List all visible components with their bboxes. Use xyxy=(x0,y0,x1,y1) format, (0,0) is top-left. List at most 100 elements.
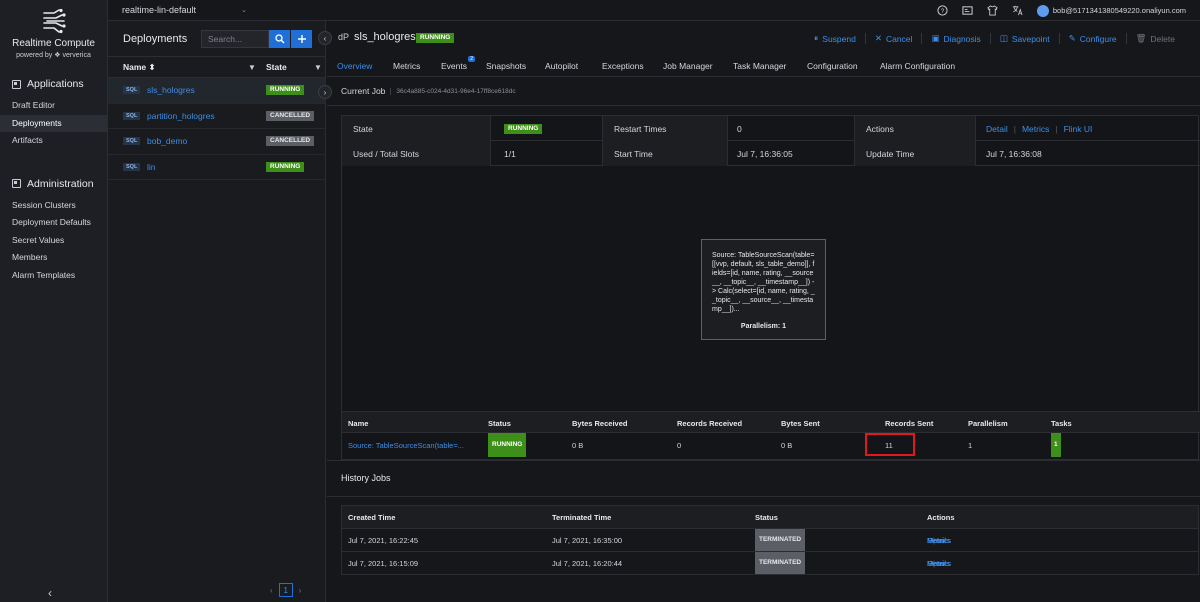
divider xyxy=(327,496,1200,497)
update-time-label: Update Time xyxy=(855,141,975,166)
collapse-nav-icon[interactable]: ‹ xyxy=(48,586,52,600)
nav-item-session-clusters[interactable]: Session Clusters xyxy=(0,197,107,215)
search-button[interactable] xyxy=(269,29,290,48)
graph-node[interactable]: Source: TableSourceScan(table=[[vvp, def… xyxy=(701,239,826,340)
info-actions: Detail | Metrics | Flink UI xyxy=(986,116,1092,141)
column-header: Parallelism xyxy=(968,418,1008,428)
deployments-title: Deployments xyxy=(123,32,188,45)
savepoint-button[interactable]: ◫ Savepoint xyxy=(989,33,1059,44)
job-graph[interactable]: Source: TableSourceScan(table=[[vvp, def… xyxy=(342,166,1200,411)
column-header: Actions xyxy=(927,512,955,522)
slots-label: Used / Total Slots xyxy=(342,141,490,166)
nav-item-artifacts[interactable]: Artifacts xyxy=(0,132,107,150)
top-icons: ? bob@5171341380549220.onaliyun.com xyxy=(937,0,1200,21)
deployment-name[interactable]: lin xyxy=(147,162,156,172)
logo[interactable]: Realtime Compute powered by ❖ ververica xyxy=(0,0,107,59)
deployment-row[interactable]: SQL partition_hologres CANCELLED xyxy=(108,104,325,129)
deployment-name[interactable]: partition_hologres xyxy=(147,111,215,121)
deployment-row[interactable]: SQL lin RUNNING xyxy=(108,155,325,180)
nav-section-administration: Administration Session Clusters Deployme… xyxy=(0,175,107,285)
flink-ui-link[interactable]: Flink UI xyxy=(1064,124,1093,134)
deployment-name[interactable]: bob_demo xyxy=(147,136,187,146)
configure-button[interactable]: ✎ Configure xyxy=(1058,33,1126,44)
tab-alarm-configuration[interactable]: Alarm Configuration xyxy=(880,61,955,71)
column-state[interactable]: State xyxy=(266,62,287,72)
deployment-row[interactable]: SQL bob_demo CANCELLED xyxy=(108,129,325,155)
language-icon[interactable] xyxy=(1012,5,1023,16)
slots-value: 1/1 xyxy=(504,148,516,159)
detail-link[interactable]: Detail xyxy=(986,124,1008,134)
diagnosis-icon: ▣ xyxy=(931,33,940,43)
column-header: Terminated Time xyxy=(552,512,612,522)
tab-overview[interactable]: Overview xyxy=(337,61,372,71)
status-badge: TERMINATED xyxy=(755,552,806,574)
tab-configuration[interactable]: Configuration xyxy=(807,61,858,71)
nav-item-deployments[interactable]: Deployments xyxy=(0,114,107,132)
tab-label: Events xyxy=(441,61,467,71)
plus-icon xyxy=(297,34,306,43)
node-text: Source: TableSourceScan(table=[[vvp, def… xyxy=(712,252,815,313)
metrics-link[interactable]: Metrics xyxy=(1022,124,1049,134)
vertex-status: RUNNING xyxy=(488,433,527,457)
expand-detail-icon[interactable]: › xyxy=(318,85,332,99)
tab-exceptions[interactable]: Exceptions xyxy=(602,61,644,71)
deployment-row[interactable]: SQL sls_hologres RUNNING xyxy=(108,78,325,104)
namespace-select[interactable]: realtime-lin-default ⌄ xyxy=(122,5,247,15)
shirt-icon[interactable] xyxy=(987,5,998,16)
suspend-button[interactable]: ⏸ Suspend xyxy=(805,33,865,44)
column-header: Bytes Received xyxy=(572,418,628,428)
sql-tag: SQL xyxy=(123,137,141,146)
pause-icon: ⏸ xyxy=(814,33,819,43)
column-name[interactable]: Name ⬍ xyxy=(123,62,156,73)
nav-item-draft-editor[interactable]: Draft Editor xyxy=(0,97,107,115)
tab-metrics[interactable]: Metrics xyxy=(393,61,420,71)
terminated-time: Jul 7, 2021, 16:35:00 xyxy=(552,535,623,545)
nav-item-alarm-templates[interactable]: Alarm Templates xyxy=(0,267,107,285)
state-value: RUNNING xyxy=(504,116,543,141)
column-header: Bytes Sent xyxy=(781,418,820,428)
next-page-icon[interactable]: › xyxy=(299,586,302,595)
prev-page-icon[interactable]: ‹ xyxy=(270,586,273,595)
deployment-name[interactable]: sls_hologres xyxy=(147,85,195,95)
job-detail: dP sls_hologres RUNNING ⏸ Suspend ✕ Cancel… xyxy=(327,21,1200,602)
status-badge: RUNNING xyxy=(504,123,543,134)
tab-autopilot[interactable]: Autopilot xyxy=(545,61,578,71)
metrics-link[interactable]: Metrics xyxy=(927,552,951,574)
diagnosis-button[interactable]: ▣ Diagnosis xyxy=(921,33,989,44)
user-menu[interactable]: bob@5171341380549220.onaliyun.com xyxy=(1036,4,1186,17)
tab-job-manager[interactable]: Job Manager xyxy=(663,61,713,71)
action-label: Savepoint xyxy=(1011,33,1050,44)
current-job-label: Current Job xyxy=(341,86,386,96)
camera-icon: ◫ xyxy=(999,33,1008,43)
status-badge: RUNNING xyxy=(416,33,455,43)
nav-item-deployment-defaults[interactable]: Deployment Defaults xyxy=(0,214,107,232)
job-icon: dP xyxy=(338,32,350,42)
records-received: 0 xyxy=(677,440,682,450)
metrics-link[interactable]: Metrics xyxy=(927,529,951,551)
help-icon[interactable]: ? xyxy=(937,5,948,16)
search-input[interactable] xyxy=(201,29,269,48)
page-number[interactable]: 1 xyxy=(278,583,293,597)
action-label: Cancel xyxy=(885,33,913,44)
info-row: State RUNNING Restart Times 0 Actions De… xyxy=(342,116,1200,141)
events-count: 2 xyxy=(468,56,475,62)
actions-label: Actions xyxy=(855,116,975,141)
filter-icon[interactable]: ▼ xyxy=(248,63,256,72)
avatar xyxy=(1036,4,1049,17)
nav-item-members[interactable]: Members xyxy=(0,249,107,267)
column-header: Name xyxy=(348,418,369,428)
collapse-list-icon[interactable]: ‹ xyxy=(318,31,332,45)
vertex-name-link[interactable]: Source: TableSourceScan(table=... xyxy=(348,433,464,457)
filter-icon[interactable]: ▼ xyxy=(314,63,322,72)
powered-by: powered by ❖ ververica xyxy=(16,52,91,59)
tab-events[interactable]: Events 2 xyxy=(441,56,475,71)
divider: | xyxy=(1055,123,1058,134)
console-icon[interactable] xyxy=(962,5,973,16)
cancel-button[interactable]: ✕ Cancel xyxy=(864,33,922,44)
add-deployment-button[interactable] xyxy=(291,29,312,48)
tab-task-manager[interactable]: Task Manager xyxy=(733,61,786,71)
tab-snapshots[interactable]: Snapshots xyxy=(486,61,526,71)
delete-button[interactable]: 🗑 Delete xyxy=(1125,33,1184,44)
status-badge: RUNNING xyxy=(488,433,527,457)
nav-item-secret-values[interactable]: Secret Values xyxy=(0,232,107,250)
